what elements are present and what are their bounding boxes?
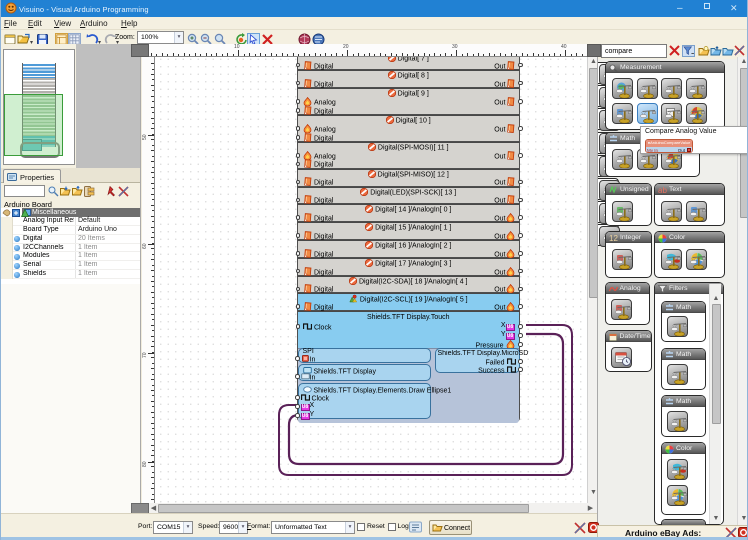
svg-text:ab: ab — [658, 186, 667, 194]
svg-text:12: 12 — [609, 234, 618, 242]
